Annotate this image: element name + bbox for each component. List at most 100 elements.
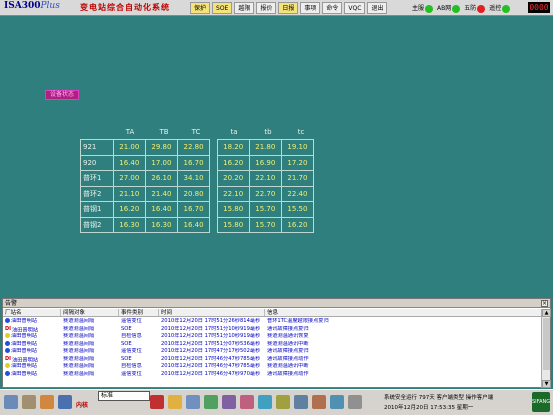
alarm-scrollbar[interactable]: ▲ ▼ bbox=[541, 309, 551, 388]
menu-item-daily[interactable]: 日报 bbox=[278, 2, 299, 14]
alarm-row[interactable]: DI油田普明站 赛道测温间隔 SOE 2010年12月20日 17时51分10秒919… bbox=[3, 326, 542, 334]
menu-item-report[interactable]: 报价 bbox=[256, 2, 277, 14]
temperature-value: 15.80 bbox=[216, 201, 250, 218]
alarm-site-cell: 油田普明站 bbox=[3, 340, 61, 349]
database-icon[interactable] bbox=[276, 395, 290, 409]
alarm-row[interactable]: 油田普明站 赛道测温间隔 自检信息 2010年12月20日 17时51分10秒919毫… bbox=[3, 333, 542, 341]
log-icon[interactable] bbox=[312, 395, 326, 409]
alarm-type-cell: 遥信变位 bbox=[121, 370, 142, 377]
col-header-tc-lower: tc bbox=[297, 128, 305, 136]
menu-item-limit[interactable]: 越限 bbox=[234, 2, 255, 14]
alarm-row[interactable]: 油田普明站 赛道测温间隔 遥信变位 2010年12月20日 17时46分47秒970毫… bbox=[3, 370, 542, 379]
alarm-icon[interactable] bbox=[150, 395, 164, 409]
menu-item-event[interactable]: 事项 bbox=[300, 2, 321, 14]
alarm-obj-cell: 赛道测温间隔 bbox=[63, 370, 95, 377]
alarm-col-type[interactable]: 事件类别 bbox=[119, 309, 159, 316]
menu-item-protect[interactable]: 保护 bbox=[190, 2, 211, 14]
folder-icon[interactable] bbox=[40, 395, 54, 409]
remote-control-light-icon bbox=[502, 4, 511, 13]
report-icon[interactable] bbox=[294, 395, 308, 409]
temperature-table: 921 21.00 29.80 22.80 18.20 21.80 19.10 920 16.4… bbox=[80, 139, 315, 233]
alarm-info-cell: 通讯故障接点复归 bbox=[267, 348, 309, 354]
temperature-value: 16.40 bbox=[144, 201, 178, 218]
scroll-down-icon[interactable]: ▼ bbox=[542, 380, 551, 388]
settings-icon[interactable] bbox=[222, 395, 236, 409]
alarm-col-object[interactable]: 间隔对象 bbox=[61, 309, 119, 316]
key-icon[interactable] bbox=[168, 395, 182, 409]
col-header-ta-lower: ta bbox=[230, 128, 238, 136]
alarm-site-cell: 油田普明站 bbox=[3, 318, 61, 326]
table-row: 921 21.00 29.80 22.80 18.20 21.80 19.10 bbox=[80, 139, 315, 156]
event-dot-icon bbox=[5, 370, 10, 376]
alarm-site-text: 油田普明站 bbox=[11, 340, 37, 347]
tools-icon[interactable] bbox=[186, 395, 200, 409]
table-row: 920 16.40 17.00 16.70 16.20 16.90 17.20 bbox=[80, 154, 315, 171]
temperature-value: 16.90 bbox=[248, 154, 282, 171]
main-menu: 保护 SOE 越限 报价 日报 事项 命令 VQC 退出 bbox=[190, 2, 388, 14]
alarm-time-cell: 2010年12月20日 17时47分17秒502毫秒 bbox=[161, 348, 261, 354]
exit-icon[interactable] bbox=[348, 395, 362, 409]
alarm-obj-cell: 赛道测温间隔 bbox=[63, 318, 95, 324]
help-icon[interactable] bbox=[330, 395, 344, 409]
alarm-row[interactable]: 油田普明站 赛道测温间隔 遥信变位 2010年12月20日 17时47分17秒502毫… bbox=[3, 348, 542, 356]
alarm-row[interactable]: 油田普明站 赛道测温间隔 自检信息 2010年12月20日 17时46分47秒785毫… bbox=[3, 363, 542, 371]
temperature-value: 16.20 bbox=[280, 216, 315, 233]
alarm-col-time[interactable]: 时间 bbox=[159, 309, 265, 316]
alarm-row[interactable]: 油田普明站 赛道测温间隔 SOE 2010年12月20日 17时51分07秒536毫秒… bbox=[3, 340, 542, 349]
monitor-icon[interactable] bbox=[4, 395, 18, 409]
user-icon[interactable] bbox=[240, 395, 254, 409]
table-row: 普环1 27.00 26.10 34.10 20.20 22.10 21.70 bbox=[80, 170, 315, 187]
menu-item-exit[interactable]: 退出 bbox=[367, 2, 388, 14]
alarm-time-cell: 2010年12月20日 17时51分10秒919毫秒 bbox=[161, 325, 261, 332]
status-indicators: 主服 AB网 五防 遥控 bbox=[412, 3, 511, 13]
network-icon[interactable] bbox=[258, 395, 272, 409]
temperature-value: 15.50 bbox=[280, 201, 315, 218]
alarm-time-cell: 2010年12月20日 17时46分47秒970毫秒 bbox=[161, 370, 261, 377]
alarm-type-cell: SOE bbox=[121, 340, 132, 347]
column-gap bbox=[209, 139, 218, 155]
event-dot-icon bbox=[5, 348, 10, 353]
di-icon: DI bbox=[5, 355, 12, 362]
temperature-value: 19.10 bbox=[280, 139, 315, 156]
alarm-time-cell: 2010年12月20日 17时51分07秒536毫秒 bbox=[161, 340, 261, 347]
temperature-value: 21.10 bbox=[112, 185, 146, 202]
scroll-up-icon[interactable]: ▲ bbox=[542, 309, 551, 317]
temperature-value: 21.80 bbox=[248, 139, 282, 156]
close-icon[interactable]: × bbox=[541, 300, 548, 307]
document-icon[interactable] bbox=[58, 395, 72, 409]
temperature-value: 26.10 bbox=[144, 170, 178, 187]
table-row: 普环2 21.10 21.40 20.80 22.10 22.70 22.40 bbox=[80, 185, 315, 202]
alarm-site-text: 油田普明站 bbox=[11, 333, 37, 339]
current-weekday: 星期一 bbox=[456, 405, 474, 411]
col-header-ta: TA bbox=[125, 128, 135, 136]
alarm-site-text: 油田普明站 bbox=[12, 356, 38, 363]
alarm-site-cell: 油田普明站 bbox=[3, 348, 61, 356]
temperature-value: 15.70 bbox=[248, 201, 282, 218]
alarm-site-cell: DI油田普明站 bbox=[3, 326, 61, 334]
row-name: 普环1 bbox=[80, 170, 114, 187]
alarm-time-cell: 2010年12月20日 17时51分10秒919毫秒 bbox=[161, 333, 261, 339]
alarm-time-cell: 2010年12月20日 17时46分47秒785毫秒 bbox=[161, 355, 261, 362]
temperature-value: 21.70 bbox=[280, 170, 315, 187]
scroll-thumb[interactable] bbox=[543, 318, 550, 370]
row-name: 921 bbox=[80, 139, 114, 156]
alarm-info-cell: 普环1TC温度越限接点复归 bbox=[267, 318, 329, 324]
alarm-col-site[interactable]: 厂站名 bbox=[3, 309, 61, 316]
sifang-logo: SIFANG bbox=[532, 392, 550, 412]
column-gap bbox=[209, 186, 218, 202]
alarm-row[interactable]: 油田普明站 赛道测温间隔 遥信变位 2010年12月20日 17时51分26秒814毫… bbox=[3, 318, 542, 326]
status-line-bottom: 2010年12月20日 17:53:35 星期一 bbox=[384, 403, 473, 411]
alarm-panel: 告警 × 厂站名 间隔对象 事件类别 时间 信息 油田普明站 赛道测温间隔 遥信变位… bbox=[2, 298, 551, 388]
menu-item-vqc[interactable]: VQC bbox=[344, 2, 366, 14]
device-status-widget[interactable]: 设备状态 bbox=[45, 90, 79, 100]
chart-icon[interactable] bbox=[204, 395, 218, 409]
bottom-taskbar: 内核 标准 系统安全运行 797天 客户端类型 操作客户端 2010年12月20… bbox=[0, 389, 553, 415]
menu-item-soe[interactable]: SOE bbox=[212, 2, 233, 14]
standard-dropdown[interactable]: 标准 bbox=[98, 391, 150, 401]
alarm-row[interactable]: DI油田普明站 赛道测温间隔 SOE 2010年12月20日 17时46分47秒785… bbox=[3, 356, 542, 364]
menu-item-command[interactable]: 命令 bbox=[322, 2, 343, 14]
printer-icon[interactable] bbox=[22, 395, 36, 409]
alarm-type-cell: SOE bbox=[121, 325, 132, 332]
temperature-value: 16.20 bbox=[112, 201, 146, 218]
alarm-col-info[interactable]: 信息 bbox=[265, 309, 542, 316]
